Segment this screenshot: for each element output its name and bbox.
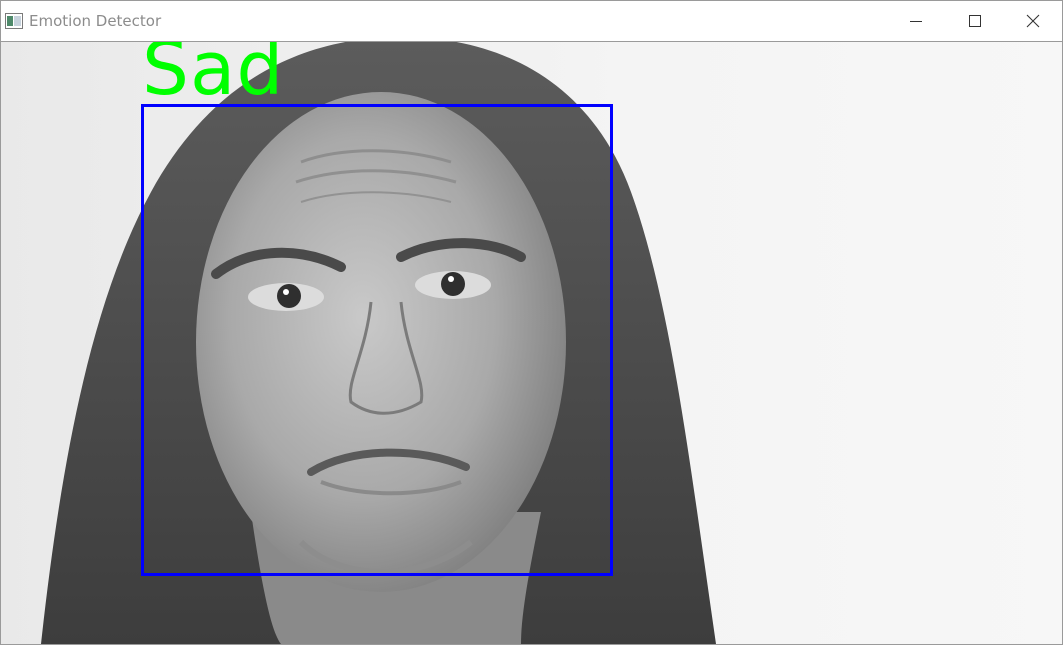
emotion-label: Sad xyxy=(142,42,285,112)
emotion-detector-window: Emotion Detector Sad xyxy=(0,0,1063,645)
minimize-button[interactable] xyxy=(887,1,945,41)
close-icon xyxy=(1026,14,1040,28)
window-title: Emotion Detector xyxy=(29,12,162,30)
face-bounding-box xyxy=(141,104,613,576)
maximize-icon xyxy=(969,15,981,27)
minimize-icon xyxy=(910,21,922,22)
title-bar[interactable]: Emotion Detector xyxy=(1,1,1062,42)
close-button[interactable] xyxy=(1004,1,1062,41)
maximize-button[interactable] xyxy=(946,1,1004,41)
app-icon xyxy=(5,13,23,29)
video-frame: Sad xyxy=(1,42,1062,644)
